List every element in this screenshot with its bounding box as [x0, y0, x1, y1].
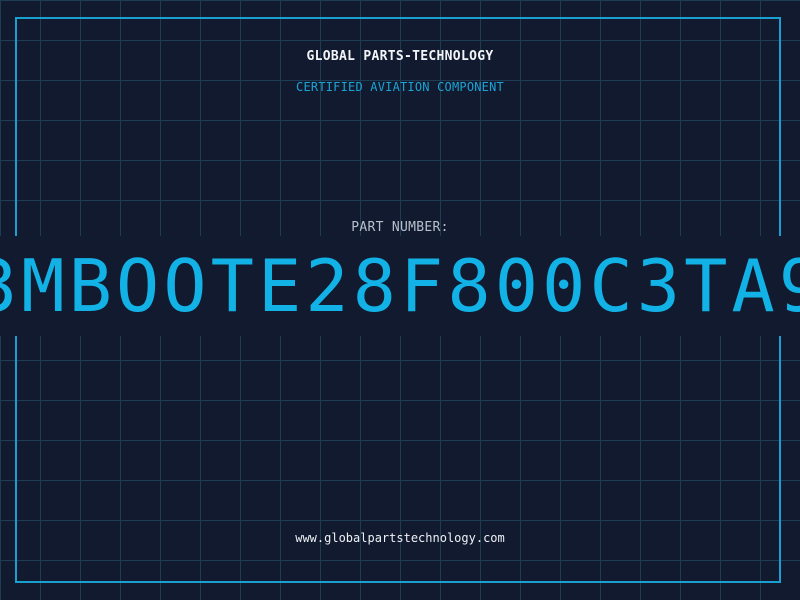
part-number-value: R3MBOOTE28F800C3TA90 [0, 244, 800, 328]
tagline: CERTIFIED AVIATION COMPONENT [296, 80, 504, 94]
website-url[interactable]: www.globalpartstechnology.com [0, 531, 800, 545]
part-number-label: PART NUMBER: [351, 220, 449, 235]
company-name: GLOBAL PARTS-TECHNOLOGY [306, 49, 494, 64]
part-number-band: R3MBOOTE28F800C3TA90 [0, 236, 800, 336]
